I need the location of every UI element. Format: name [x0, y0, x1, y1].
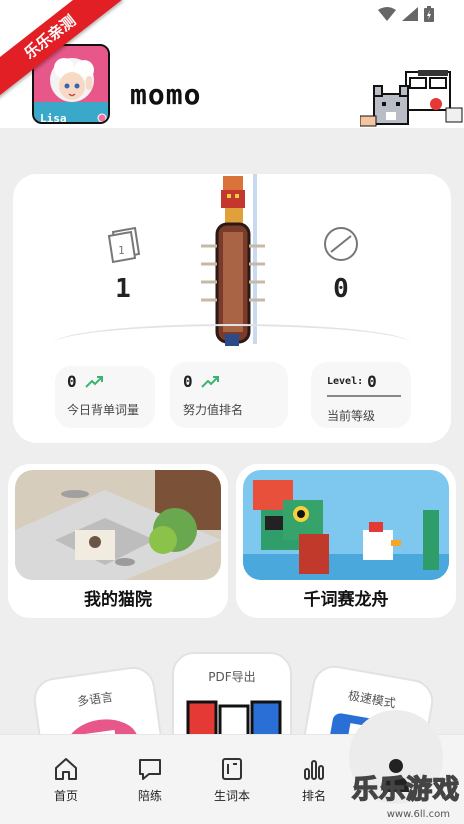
tab-home[interactable]: 首页 [36, 757, 96, 804]
today-words-value: 0 [67, 372, 77, 391]
username: momo [130, 78, 202, 111]
tab-vocabulary-label: 生词本 [213, 789, 250, 803]
chat-bubble-icon [139, 759, 161, 780]
home-icon [55, 758, 77, 780]
trend-up-icon [200, 375, 219, 388]
checkin-stat[interactable]: 1 1 [83, 224, 163, 304]
tab-practice-label: 陪练 [137, 789, 162, 803]
level-stat[interactable]: Level: 0 当前等级 [327, 372, 401, 436]
effort-rank-stat[interactable]: 0 努力值排名 [183, 372, 243, 436]
cat-yard-image [15, 470, 221, 580]
status-icons [378, 6, 434, 22]
level-prefix: Level: [327, 376, 364, 387]
bar-chart-icon [304, 760, 324, 780]
tab-practice[interactable]: 陪练 [120, 757, 180, 804]
svg-text:1: 1 [118, 244, 125, 257]
signal-icon [402, 7, 418, 21]
cat-yard-label: 我的猫院 [84, 590, 152, 610]
dragon-boat-race-card[interactable]: 千词赛龙舟 [236, 464, 456, 618]
dragon-boat-race-image [243, 470, 449, 580]
battery-icon [424, 6, 434, 22]
beans-value: 0 [333, 274, 349, 304]
stats-card: 1 1 0 0 今日背单词量 0 努力值排名 Level: 0 当前等级 [13, 174, 451, 443]
pixel-cat-mascots-illustration [360, 70, 463, 127]
tab-home-label: 首页 [53, 789, 78, 803]
level-label: 当前等级 [327, 409, 376, 423]
divider [53, 324, 411, 364]
site-url: www.6ll.com [386, 809, 450, 820]
calendar-icon: 1 [107, 226, 141, 264]
tab-ranking[interactable]: 排名 [284, 757, 344, 804]
effort-rank-value: 0 [183, 372, 193, 391]
avatar-label: Lisa [40, 112, 67, 124]
site-watermark: 乐乐游戏 [351, 774, 460, 806]
effort-rank-label: 努力值排名 [183, 403, 244, 417]
trend-up-icon [84, 375, 103, 388]
coffee-bean-icon [324, 227, 358, 261]
tab-ranking-label: 排名 [301, 789, 326, 803]
level-progress-bar [327, 395, 401, 397]
today-words-label: 今日背单词量 [67, 403, 140, 417]
checkin-value: 1 [115, 274, 131, 304]
wifi-icon [378, 7, 396, 21]
tab-vocabulary[interactable]: 生词本 [202, 757, 262, 804]
cat-yard-card[interactable]: 我的猫院 [8, 464, 228, 618]
dragon-boat-race-label: 千词赛龙舟 [303, 590, 389, 610]
beans-stat[interactable]: 0 [301, 224, 381, 304]
pdf-export-label: PDF导出 [208, 670, 256, 684]
notebook-icon [222, 758, 242, 780]
dragon-boat-illustration [201, 174, 265, 346]
level-value: 0 [367, 372, 377, 391]
today-words-stat[interactable]: 0 今日背单词量 [67, 372, 139, 436]
